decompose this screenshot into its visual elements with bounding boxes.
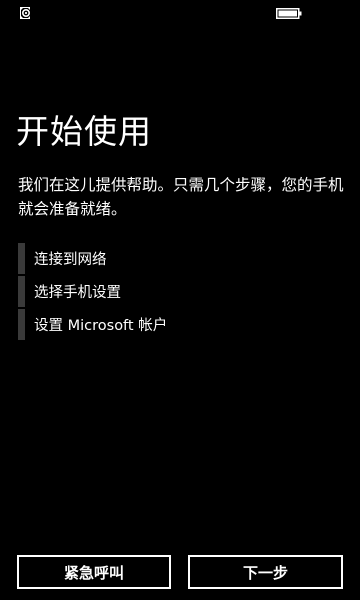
- status-bar: [0, 0, 360, 26]
- page-title: 开始使用: [16, 112, 152, 151]
- next-button[interactable]: 下一步: [188, 555, 343, 589]
- setup-steps-list: 连接到网络 选择手机设置 设置 Microsoft 帐户: [18, 243, 338, 342]
- emergency-call-button[interactable]: 紧急呼叫: [17, 555, 171, 589]
- step-label: 连接到网络: [34, 252, 107, 268]
- step-setup-microsoft-account: 设置 Microsoft 帐户: [18, 309, 338, 340]
- step-connect-network: 连接到网络: [18, 243, 338, 274]
- battery-icon: [276, 8, 302, 19]
- step-label: 选择手机设置: [34, 285, 121, 301]
- step-choose-phone-settings: 选择手机设置: [18, 276, 338, 307]
- step-indicator-bar: [18, 243, 25, 274]
- network-indicator-icon: [20, 7, 31, 19]
- step-indicator-bar: [18, 309, 25, 340]
- step-indicator-bar: [18, 276, 25, 307]
- step-label: 设置 Microsoft 帐户: [34, 318, 168, 334]
- intro-text: 我们在这儿提供帮助。只需几个步骤，您的手机就会准备就绪。: [18, 176, 344, 218]
